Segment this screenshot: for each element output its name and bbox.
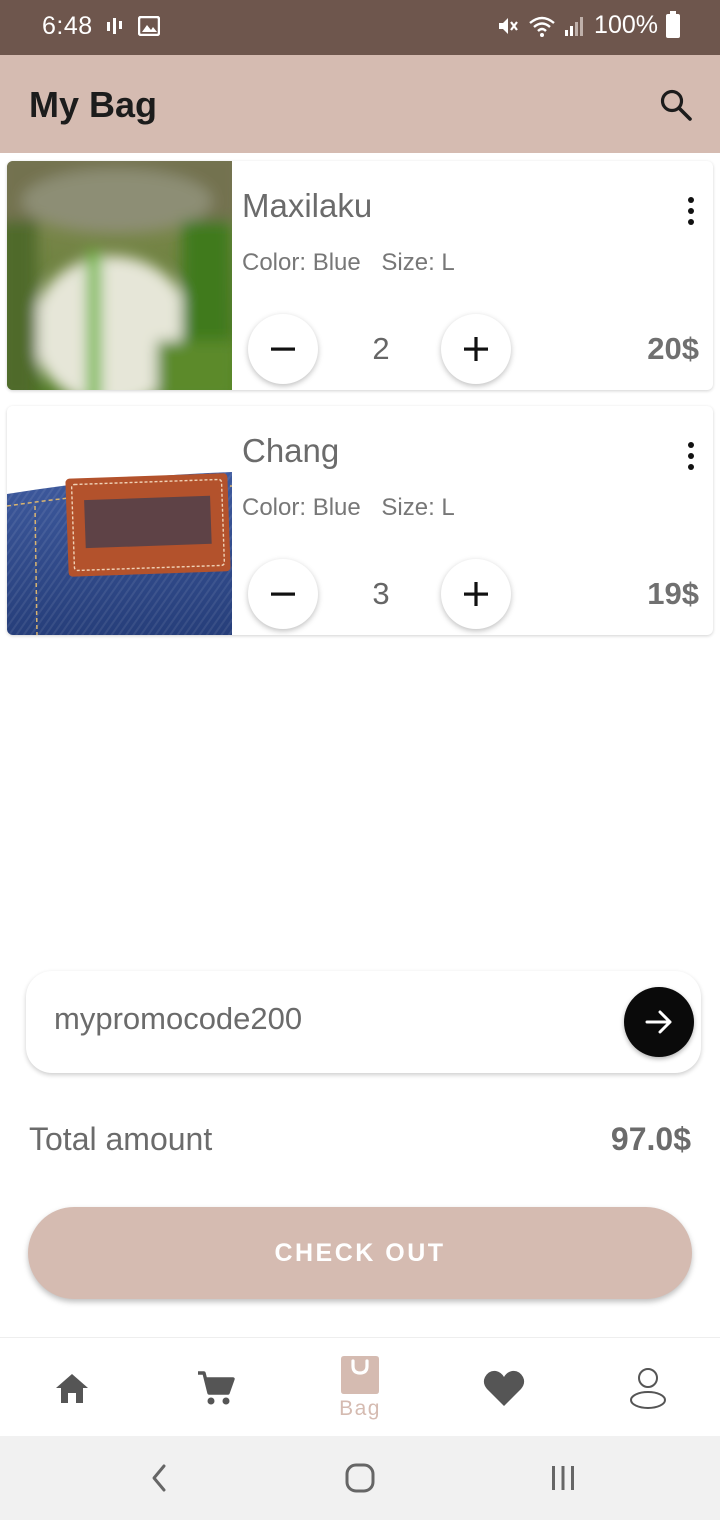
more-options-button[interactable] xyxy=(677,191,705,231)
system-recents-button[interactable] xyxy=(543,1458,583,1498)
system-home-button[interactable] xyxy=(340,1458,380,1498)
cell-signal-icon xyxy=(565,16,584,36)
product-image xyxy=(7,161,232,390)
wifi-icon xyxy=(529,16,555,37)
plus-icon xyxy=(464,582,488,606)
profile-icon xyxy=(630,1367,666,1409)
app-bar: My Bag xyxy=(0,55,720,153)
nav-profile[interactable] xyxy=(576,1338,720,1437)
cart-item[interactable]: Maxilaku Color: Blue Size: L 2 20$ xyxy=(7,161,713,390)
heart-icon xyxy=(483,1370,525,1406)
apply-promo-button[interactable] xyxy=(624,987,694,1057)
decrease-quantity-button[interactable] xyxy=(248,314,318,384)
status-right: 100% xyxy=(496,10,680,40)
product-color: Color: Blue xyxy=(242,494,361,521)
home-circle-icon xyxy=(345,1463,375,1493)
more-options-button[interactable] xyxy=(677,436,705,476)
cart-icon xyxy=(198,1370,235,1404)
product-price: 20$ xyxy=(647,331,699,366)
total-value: 97.0$ xyxy=(610,1121,691,1157)
increase-quantity-button[interactable] xyxy=(441,559,511,629)
search-button[interactable] xyxy=(656,85,696,125)
product-attributes: Color: Blue Size: L xyxy=(242,249,455,277)
increase-quantity-button[interactable] xyxy=(441,314,511,384)
status-bar: 6:48 100% xyxy=(0,0,720,55)
nav-favorites[interactable] xyxy=(432,1338,576,1437)
minus-icon xyxy=(271,592,295,596)
more-vert-icon xyxy=(688,197,694,203)
product-size: Size: L xyxy=(381,249,455,276)
nav-shop[interactable] xyxy=(144,1338,288,1437)
minus-icon xyxy=(271,347,295,351)
system-navigation-bar xyxy=(0,1436,720,1520)
nav-bag[interactable]: Bag xyxy=(288,1338,432,1437)
recents-icon xyxy=(552,1466,574,1490)
status-left-icons xyxy=(106,16,160,36)
product-name: Maxilaku xyxy=(242,187,373,224)
signal-activity-icon xyxy=(107,18,122,34)
nav-bag-label: Bag xyxy=(339,1396,381,1420)
product-name: Chang xyxy=(242,432,340,469)
checkout-button[interactable]: CHECK OUT xyxy=(28,1207,692,1299)
back-icon xyxy=(152,1464,166,1492)
search-icon xyxy=(660,89,692,121)
home-icon xyxy=(56,1373,88,1403)
page-title: My Bag xyxy=(29,84,158,125)
product-color: Color: Blue xyxy=(242,249,361,276)
bag-icon xyxy=(341,1355,379,1394)
product-image xyxy=(7,406,232,635)
product-size: Size: L xyxy=(381,494,455,521)
battery-icon xyxy=(666,10,680,38)
promo-code-input[interactable] xyxy=(54,1001,614,1037)
product-price: 19$ xyxy=(647,576,699,611)
plus-icon xyxy=(464,337,488,361)
image-icon xyxy=(138,16,160,36)
bottom-navigation: Bag xyxy=(0,1337,720,1436)
product-attributes: Color: Blue Size: L xyxy=(242,494,455,522)
decrease-quantity-button[interactable] xyxy=(248,559,318,629)
battery-percent: 100% xyxy=(594,11,658,39)
nav-home[interactable] xyxy=(0,1338,144,1437)
total-label: Total amount xyxy=(29,1121,213,1157)
arrow-right-icon xyxy=(645,1010,672,1034)
more-vert-icon xyxy=(688,442,694,448)
system-back-button[interactable] xyxy=(139,1458,179,1498)
mute-icon xyxy=(499,17,518,34)
quantity-value: 2 xyxy=(372,331,390,366)
quantity-value: 3 xyxy=(372,576,390,611)
status-time: 6:48 xyxy=(42,12,93,40)
promo-code-field xyxy=(26,971,701,1073)
cart-item[interactable]: Chang Color: Blue Size: L 3 19$ xyxy=(7,406,713,635)
